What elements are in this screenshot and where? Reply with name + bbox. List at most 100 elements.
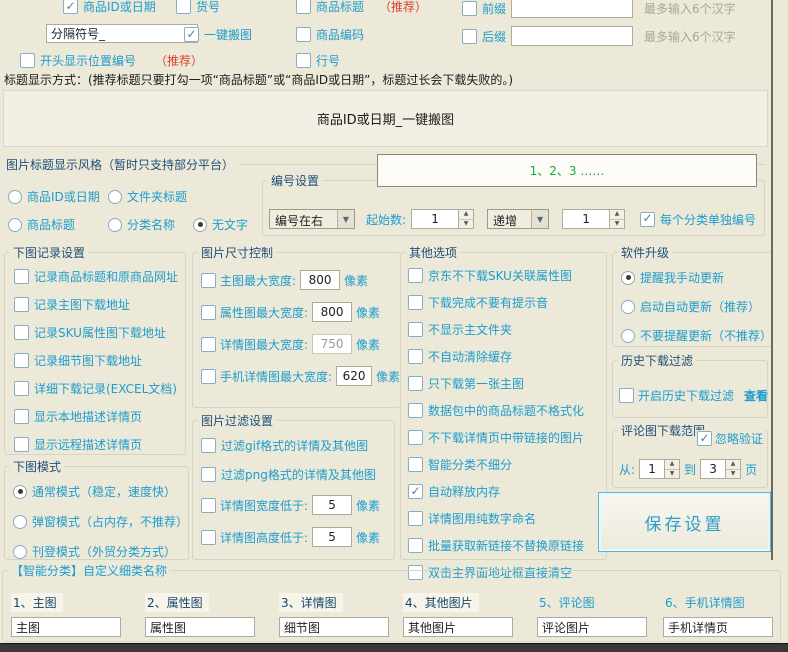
checkbox[interactable] [408, 349, 423, 364]
prefix-input[interactable] [511, 0, 633, 18]
save-settings-button[interactable]: 保存设置 [598, 492, 771, 552]
category-input-3[interactable] [279, 617, 389, 637]
radio-option-folder-title[interactable]: 文件夹标题 [108, 188, 187, 205]
increment-select[interactable]: 递增 ▼ [487, 209, 549, 229]
checkbox[interactable] [14, 269, 29, 284]
checkbox-line-number[interactable] [296, 53, 311, 68]
radio-upgrade-none[interactable] [621, 329, 635, 343]
radio-mode-popup[interactable] [13, 515, 27, 529]
option-product-code[interactable]: 商品编码 [296, 26, 364, 43]
other-item[interactable]: 只下载第一张主图 [408, 375, 606, 392]
start-number-stepper[interactable]: ▲▼ [411, 209, 474, 229]
category-input-4[interactable] [403, 617, 513, 637]
checkbox-product-title[interactable] [296, 0, 311, 14]
radio-no-text[interactable] [193, 218, 207, 232]
size-row-detail[interactable]: 详情图最大宽度: 像素 [201, 334, 400, 354]
checkbox[interactable] [201, 530, 216, 545]
size-row-attr[interactable]: 属性图最大宽度: 像素 [201, 302, 400, 322]
checkbox-item-number[interactable] [176, 0, 191, 14]
step-input[interactable] [562, 209, 609, 229]
option-position-number[interactable]: 开头显示位置编号 （推荐） [20, 52, 203, 69]
checkbox[interactable] [14, 381, 29, 396]
checkbox[interactable] [14, 325, 29, 340]
step-stepper[interactable]: ▲▼ [562, 209, 625, 229]
checkbox-ignore-verify[interactable] [697, 431, 712, 446]
spinner-buttons[interactable]: ▲▼ [664, 459, 680, 479]
category-input-2[interactable] [145, 617, 255, 637]
option-line-number[interactable]: 行号 [296, 52, 340, 69]
checkbox[interactable] [408, 511, 423, 526]
record-item[interactable]: 详细下载记录(EXCEL文档) [14, 380, 185, 397]
spin-up-icon[interactable]: ▲ [665, 460, 679, 470]
checkbox[interactable] [201, 467, 216, 482]
checkbox[interactable] [408, 376, 423, 391]
checkbox[interactable] [14, 353, 29, 368]
radio-folder-title[interactable] [108, 190, 122, 204]
checkbox[interactable] [14, 297, 29, 312]
other-item[interactable]: 京东不下载SKU关联属性图 [408, 267, 606, 284]
mode-listing[interactable]: 刊登模式（外贸分类方式） [13, 543, 188, 560]
option-prefix[interactable]: 前缀 最多输入6个汉字 [462, 0, 736, 18]
checkbox[interactable] [408, 457, 423, 472]
checkbox[interactable] [408, 403, 423, 418]
filter-height-row[interactable]: 详情图高度低于: 像素 [201, 527, 394, 547]
other-item[interactable]: 批量获取新链接不替换原链接 [408, 537, 606, 554]
checkbox[interactable] [408, 268, 423, 283]
checkbox-prefix[interactable] [462, 1, 477, 16]
ignore-verify-option[interactable]: 忽略验证 [695, 430, 765, 447]
history-filter-row[interactable]: 开启历史下载过滤 查看 [619, 387, 768, 404]
record-item[interactable]: 显示远程描述详情页 [14, 436, 185, 453]
filter-gif[interactable]: 过滤gif格式的详情及其他图 [201, 437, 394, 454]
spinner-buttons[interactable]: ▲▼ [725, 459, 741, 479]
filter-png[interactable]: 过滤png格式的详情及其他图 [201, 466, 394, 483]
spin-up-icon[interactable]: ▲ [610, 210, 624, 220]
radio-category-name[interactable] [108, 218, 122, 232]
checkbox[interactable] [201, 438, 216, 453]
option-product-id-date[interactable]: 商品ID或日期 [63, 0, 156, 15]
checkbox-position-number[interactable] [20, 53, 35, 68]
to-page-input[interactable] [700, 459, 725, 479]
checkbox[interactable] [14, 409, 29, 424]
radio-upgrade-manual[interactable] [621, 271, 635, 285]
spin-up-icon[interactable]: ▲ [459, 210, 473, 220]
detail-max-width-input[interactable] [312, 334, 352, 354]
start-number-input[interactable] [411, 209, 458, 229]
min-width-input[interactable] [312, 495, 352, 515]
spinner-buttons[interactable]: ▲▼ [609, 209, 625, 229]
checkbox[interactable] [201, 305, 216, 320]
suffix-input[interactable] [511, 26, 633, 46]
size-row-main[interactable]: 主图最大宽度: 像素 [201, 270, 400, 290]
checkbox-onekey-move[interactable] [184, 27, 199, 42]
record-item[interactable]: 显示本地描述详情页 [14, 408, 185, 425]
chevron-down-icon[interactable]: ▼ [337, 210, 354, 228]
separator-input[interactable] [46, 24, 198, 43]
min-height-input[interactable] [312, 527, 352, 547]
radio-option-category-name[interactable]: 分类名称 [108, 216, 175, 233]
radio-upgrade-auto[interactable] [621, 300, 635, 314]
record-item[interactable]: 记录主图下载地址 [14, 296, 185, 313]
radio-product-title[interactable] [8, 218, 22, 232]
spin-up-icon[interactable]: ▲ [726, 460, 740, 470]
checkbox-suffix[interactable] [462, 29, 477, 44]
mode-popup[interactable]: 弹窗模式（占内存，不推荐） [13, 513, 188, 530]
from-page-input[interactable] [639, 459, 664, 479]
option-product-title[interactable]: 商品标题 （推荐） [296, 0, 427, 15]
record-item[interactable]: 记录SKU属性图下载地址 [14, 324, 185, 341]
radio-id-date[interactable] [8, 190, 22, 204]
radio-option-no-text[interactable]: 无文字 [193, 216, 248, 233]
radio-option-id-date[interactable]: 商品ID或日期 [8, 188, 100, 205]
checkbox[interactable] [408, 295, 423, 310]
checkbox[interactable] [14, 437, 29, 452]
checkbox[interactable] [201, 273, 216, 288]
option-onekey-move[interactable]: 一键搬图 [184, 26, 252, 43]
other-item[interactable]: 不显示主文件夹 [408, 321, 606, 338]
upgrade-auto[interactable]: 启动自动更新（推荐） [621, 298, 772, 315]
upgrade-manual[interactable]: 提醒我手动更新 [621, 269, 772, 286]
option-suffix[interactable]: 后缀 最多输入6个汉字 [462, 26, 736, 46]
checkbox[interactable] [201, 369, 216, 384]
mode-normal[interactable]: 通常模式（稳定，速度快） [13, 483, 188, 500]
spin-down-icon[interactable]: ▼ [459, 220, 473, 229]
checkbox-per-category-number[interactable] [640, 212, 655, 227]
from-page-stepper[interactable]: ▲▼ [639, 459, 680, 479]
record-item[interactable]: 记录细节图下载地址 [14, 352, 185, 369]
